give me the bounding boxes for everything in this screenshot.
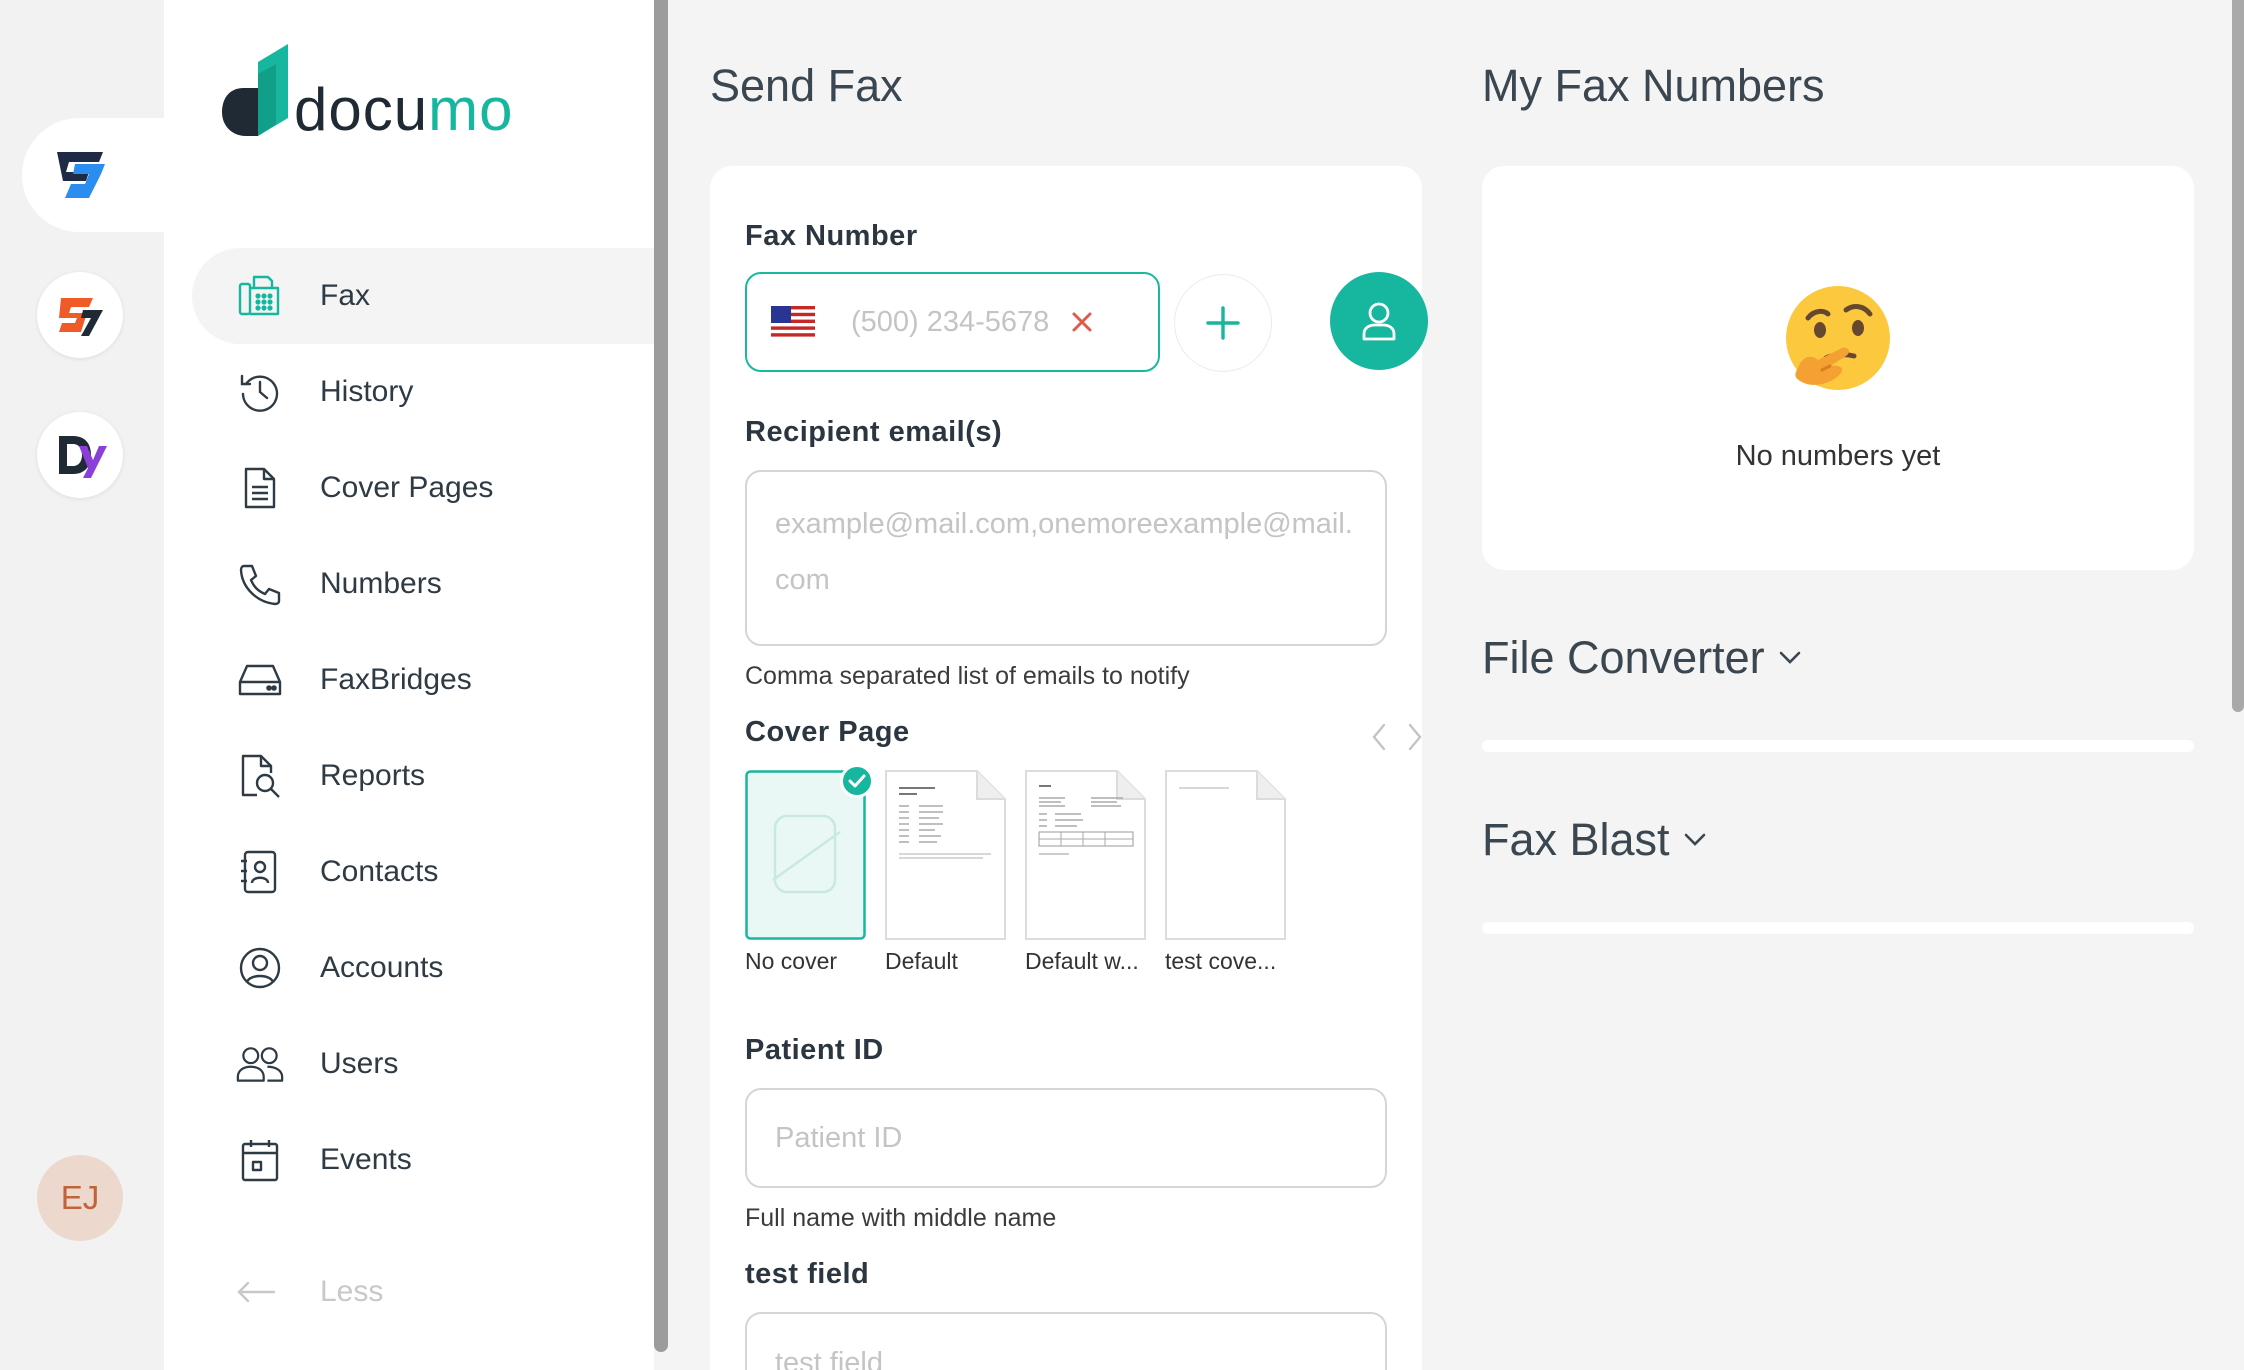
fax-number-input[interactable]: (500) 234-5678 [851,306,1049,339]
documo-logo[interactable]: documo [220,44,513,140]
nav-item-label: Accounts [320,951,444,984]
patient-id-input[interactable]: Patient ID [745,1088,1387,1188]
fax-number-label: Fax Number [745,220,918,252]
collapse-nav-button[interactable]: Less [236,1268,383,1316]
sidebar-scrollbar[interactable] [654,0,668,1352]
test-field-input[interactable]: test field [745,1312,1387,1370]
thinking-face-icon [1786,286,1890,390]
nav-item-users[interactable]: Users [192,1016,654,1112]
cover-option-test-cover[interactable] [1165,770,1286,940]
docs-app-button[interactable] [37,412,123,498]
main-scrollbar[interactable] [2232,0,2244,712]
fax-blast-panel [1482,922,2194,934]
plus-icon [1206,306,1240,340]
patient-id-label: Patient ID [745,1034,884,1066]
nav-item-history[interactable]: History [192,344,654,440]
send-fax-title: Send Fax [710,60,903,111]
nav-item-label: Users [320,1047,399,1080]
history-icon [236,368,284,416]
file-converter-toggle[interactable]: File Converter [1482,632,1801,684]
contact-card-icon [236,848,284,896]
recipient-email-input[interactable]: example@mail.com,onemoreexample@mail.com [745,470,1387,646]
user-avatar[interactable]: EJ [37,1155,123,1241]
nav-item-label: Cover Pages [320,471,494,504]
nav-item-label: Fax [320,279,371,312]
test-field-label: test field [745,1258,870,1290]
main-content: Send Fax My Fax Numbers Fax Number (500)… [668,0,2244,1370]
docs-app-icon [59,436,107,478]
nav-item-cover-pages[interactable]: Cover Pages [192,440,654,536]
report-search-icon [236,752,284,800]
nav-item-label: Reports [320,759,426,792]
fax-app-icon [57,152,105,198]
hard-drive-icon [236,656,284,704]
cover-label-no-cover: No cover [745,948,838,974]
file-converter-title: File Converter [1482,632,1765,683]
fax-blast-toggle[interactable]: Fax Blast [1482,814,1706,866]
fax-number-field[interactable]: (500) 234-5678 [745,272,1160,372]
cover-option-default-w[interactable] [1025,770,1146,940]
us-flag-icon[interactable] [771,306,815,338]
sign-app-icon [59,298,103,336]
phone-icon [236,560,284,608]
nav-item-events[interactable]: Events [192,1112,654,1208]
cover-label-default: Default [885,948,958,974]
chevron-left-icon[interactable] [1370,722,1388,752]
person-icon [1362,302,1396,341]
nav-item-label: Events [320,1143,412,1176]
cover-label-default-w: Default w... [1025,948,1139,974]
my-fax-numbers-card: No numbers yet [1482,166,2194,570]
nav-item-fax[interactable]: Fax [192,248,654,344]
my-fax-numbers-title: My Fax Numbers [1482,60,1825,111]
sign-app-button[interactable] [37,272,123,358]
account-circle-icon [236,944,284,992]
recipient-email-hint: Comma separated list of emails to notify [745,662,1190,690]
chevron-down-icon [1684,833,1705,846]
calendar-icon [236,1136,284,1184]
recipient-email-label: Recipient email(s) [745,416,1003,448]
sidebar: documo Fax History Cover Pages Numbers F… [164,0,654,1370]
main-nav: Fax History Cover Pages Numbers FaxBridg… [192,248,654,1208]
documo-wordmark: documo [294,76,514,143]
documo-logo-icon [222,44,288,136]
users-icon [236,1040,284,1088]
fax-blast-title: Fax Blast [1482,814,1670,865]
send-fax-card: Fax Number (500) 234-5678 Recipient emai… [710,166,1428,1370]
no-numbers-text: No numbers yet [1735,440,1941,472]
nav-item-label: FaxBridges [320,663,472,696]
selected-check-icon [840,764,874,798]
nav-item-reports[interactable]: Reports [192,728,654,824]
nav-item-label: History [320,375,414,408]
collapse-nav-label: Less [320,1275,384,1308]
nav-item-accounts[interactable]: Accounts [192,920,654,1016]
nav-item-label: Contacts [320,855,439,888]
nav-item-label: Numbers [320,567,442,600]
arrow-left-icon [236,1268,284,1316]
select-contact-button[interactable] [1330,272,1428,370]
fax-icon [236,272,284,320]
cover-label-test-cover: test cove... [1165,948,1277,974]
file-converter-panel [1482,740,2194,752]
document-icon [236,464,284,512]
chevron-right-icon[interactable] [1406,722,1424,752]
cover-option-default[interactable] [885,770,1006,940]
fax-app-button[interactable] [37,132,123,218]
app-switcher-rail: EJ [0,0,172,1370]
clear-icon[interactable] [1071,311,1093,333]
patient-id-hint: Full name with middle name [745,1204,1057,1232]
chevron-down-icon [1779,651,1800,664]
cover-page-label: Cover Page [745,716,910,748]
nav-item-faxbridges[interactable]: FaxBridges [192,632,654,728]
test-field-placeholder: test field [775,1347,883,1370]
nav-item-contacts[interactable]: Contacts [192,824,654,920]
nav-item-numbers[interactable]: Numbers [192,536,654,632]
add-number-button[interactable] [1174,274,1272,372]
